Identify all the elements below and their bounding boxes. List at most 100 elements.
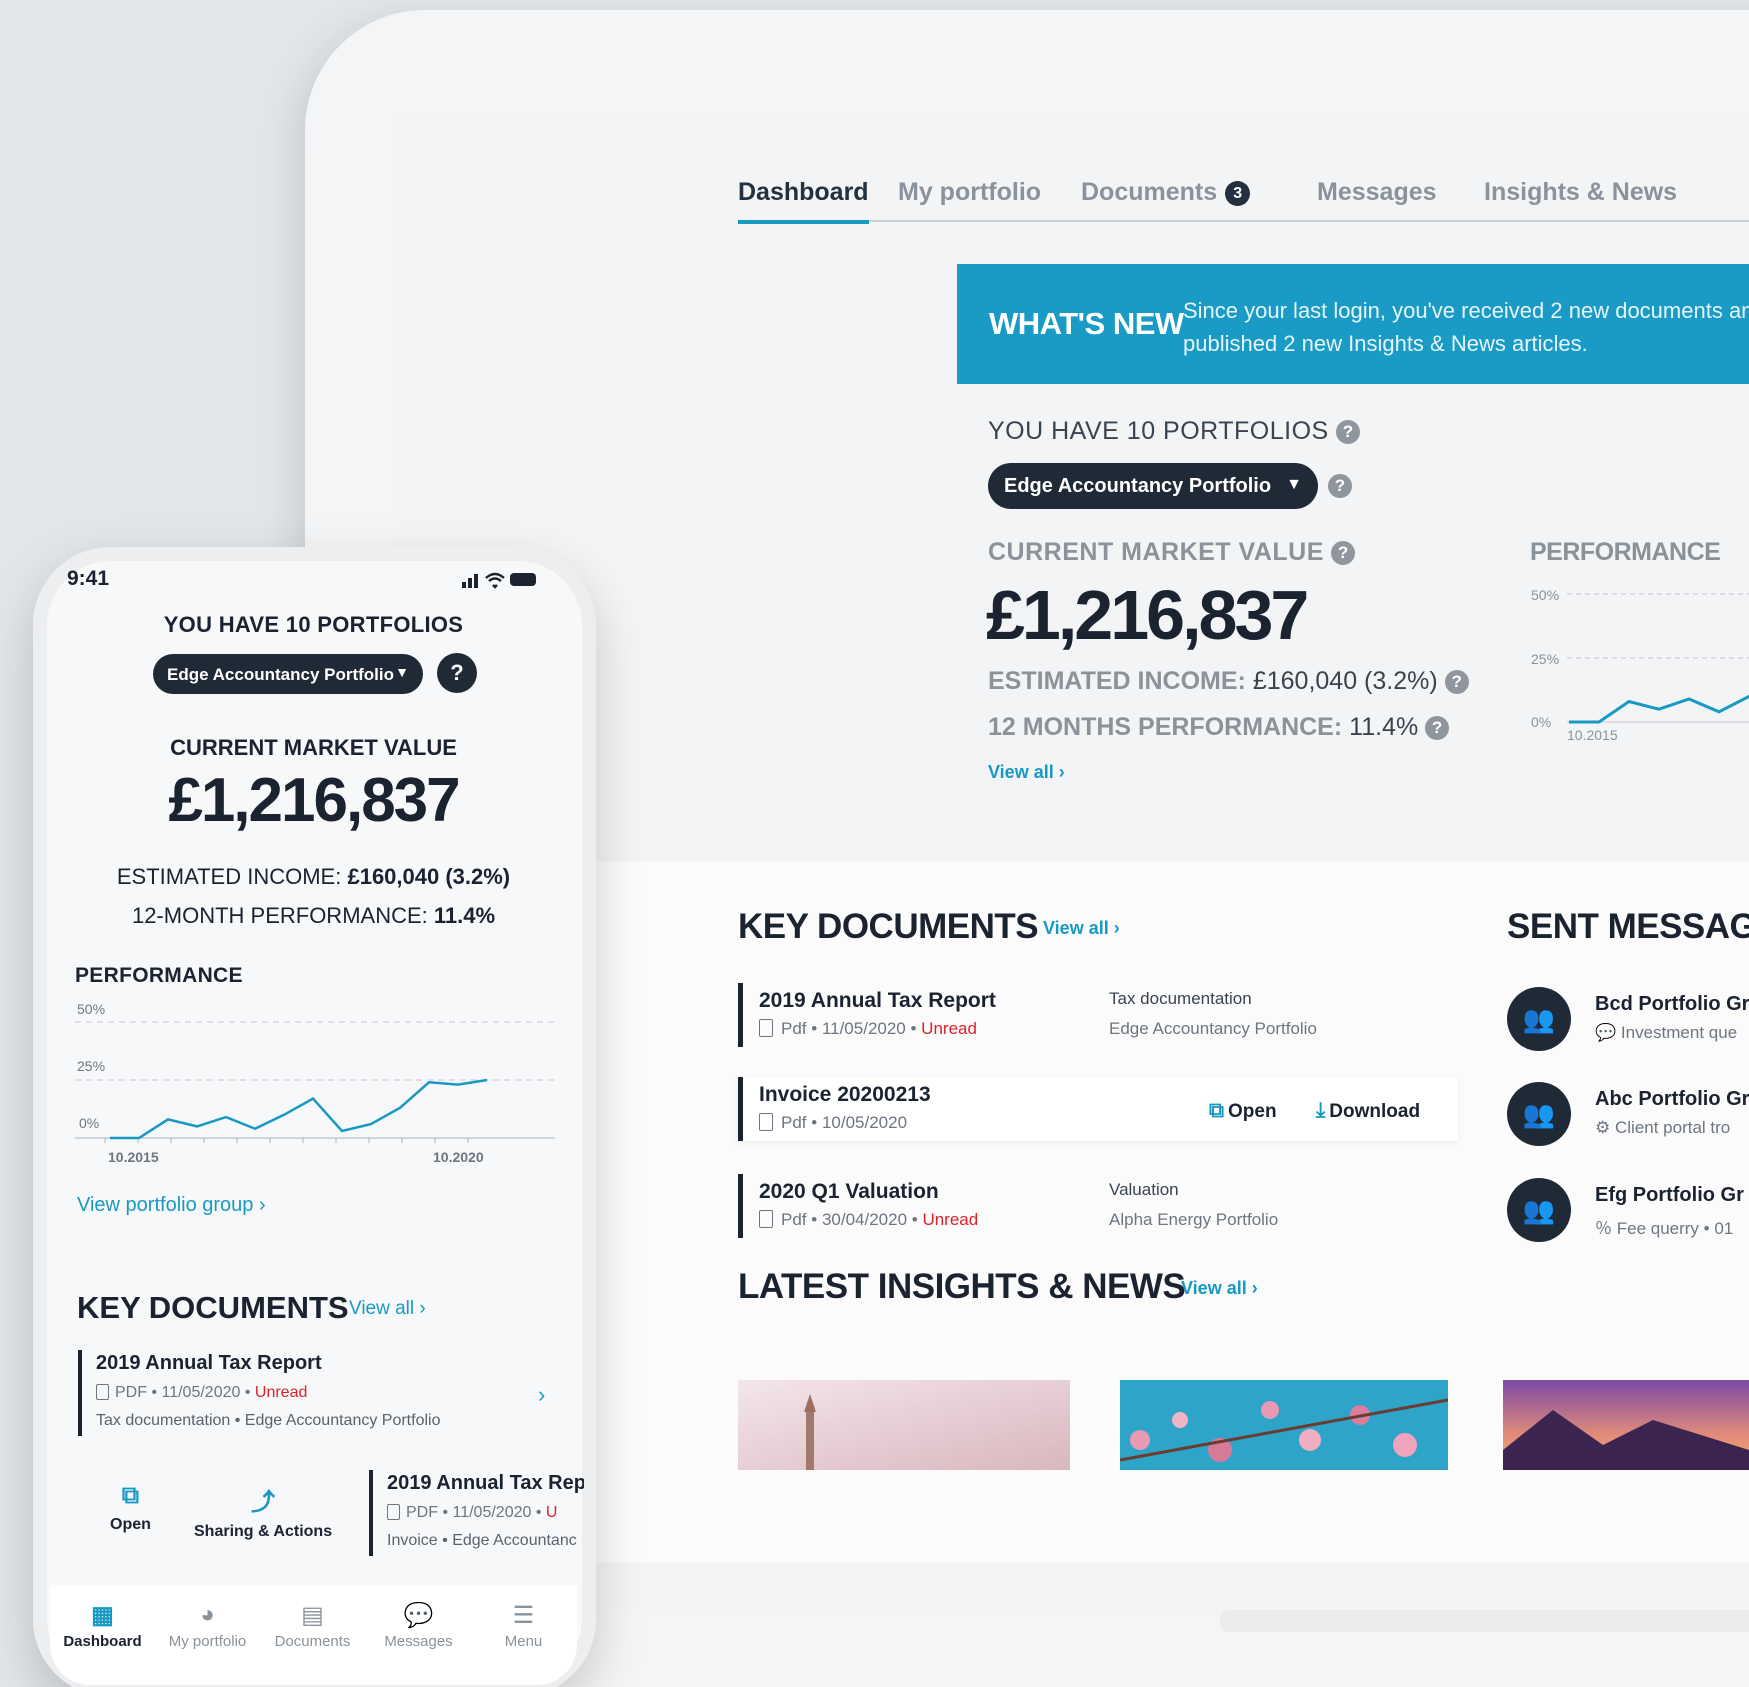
phone-document-row-swiped[interactable]: 2019 Annual Tax Rep PDF • 11/05/2020 • U… [369, 1470, 584, 1556]
help-icon[interactable]: ? [1444, 670, 1469, 694]
news-card-image[interactable] [1503, 1380, 1749, 1470]
phone-document-row[interactable]: 2019 Annual Tax Report PDF • 11/05/2020 … [78, 1350, 558, 1436]
portfolio-selector[interactable]: Edge Accountancy Portfolio ▼ [988, 463, 1318, 509]
document-meta: Pdf • 11/05/2020 • Unread [759, 1019, 977, 1039]
document-date: 11/05/2020 [452, 1504, 532, 1521]
y-tick-label: 0% [79, 1115, 99, 1131]
cmv-label-text: CURRENT MARKET VALUE [988, 538, 1324, 566]
news-card-image[interactable] [738, 1380, 1070, 1470]
pie-chart-icon: ◕ [200, 1601, 215, 1628]
message-item[interactable]: 👥 Bcd Portfolio Gr 💬 Investment que [1507, 987, 1749, 1057]
chevron-down-icon: ▼ [395, 664, 409, 680]
view-all-text: View all [988, 762, 1054, 782]
cmv-value: £1,216,837 [986, 576, 1309, 654]
view-portfolio-group-link[interactable]: View portfolio group › [77, 1194, 266, 1217]
x-tick-label: 10.2015 [1567, 727, 1618, 740]
document-date: 11/05/2020 [161, 1384, 241, 1401]
document-row[interactable]: 2019 Annual Tax Report Pdf • 11/05/2020 … [738, 983, 1458, 1047]
download-label: Download [1329, 1101, 1421, 1122]
chat-icon: 💬 [403, 1602, 434, 1629]
document-date: 10/05/2020 [821, 1113, 908, 1132]
bug-icon: ⚙ [1595, 1118, 1611, 1137]
status-time: 9:41 [67, 567, 110, 590]
file-icon [759, 1113, 773, 1131]
phone-portfolio-selector[interactable]: Edge Accountancy Portfolio ▼ [153, 654, 423, 694]
message-title: Bcd Portfolio Gr [1595, 993, 1749, 1015]
phone-portfolios-title: YOU HAVE 10 PORTFOLIOS [163, 612, 464, 637]
device-edge [1220, 1610, 1749, 1632]
news-image-tower [738, 1380, 1070, 1470]
message-subject: 💬 Investment que [1595, 1023, 1737, 1043]
tab-messages[interactable]: Messages [1317, 178, 1437, 207]
document-date: 30/04/2020 [821, 1210, 908, 1229]
news-image-blossom [1120, 1380, 1448, 1470]
unread-status: U [545, 1504, 558, 1521]
portfolios-count-text: YOU HAVE 10 PORTFOLIOS [988, 417, 1329, 445]
news-image-sunset [1503, 1380, 1749, 1470]
dashboard-icon: ▦ [91, 1602, 114, 1629]
unread-status: Unread [254, 1384, 308, 1401]
open-button[interactable]: ⧉ Open [1209, 1099, 1277, 1123]
help-icon[interactable]: ? [1328, 474, 1352, 498]
share-icon: ⤴ [251, 1489, 276, 1516]
help-icon[interactable]: ? [1336, 420, 1361, 444]
cmv-label: CURRENT MARKET VALUE ? [988, 538, 1356, 567]
key-documents-view-all[interactable]: View all › [1043, 918, 1120, 939]
message-item[interactable]: 👥 Efg Portfolio Gr ％ Fee querry • 01 [1507, 1178, 1749, 1248]
twelve-month-performance: 12 MONTHS PERFORMANCE: 11.4% ? [988, 713, 1450, 742]
phone-performance-title: PERFORMANCE [75, 964, 243, 987]
whats-new-title: WHAT'S NEW [989, 306, 1184, 341]
document-row-hovered[interactable]: Invoice 20200213 Pdf • 10/05/2020 ⧉ Open … [738, 1077, 1458, 1141]
message-title: Efg Portfolio Gr [1595, 1184, 1744, 1206]
download-button[interactable]: ⤓ Download [1316, 1099, 1420, 1123]
tab-insights-news[interactable]: Insights & News [1484, 178, 1677, 207]
news-card-image[interactable] [1120, 1380, 1448, 1470]
chevron-down-icon: ▼ [1286, 476, 1302, 493]
tab-documents[interactable]: Documents 3 [1081, 178, 1251, 207]
lower-section: KEY DOCUMENTS View all › 2019 Annual Tax… [395, 862, 1749, 1562]
document-meta: Pdf • 30/04/2020 • Unread [759, 1210, 978, 1230]
battery-icon [510, 573, 536, 586]
message-subject-text: Fee querry • 01 [1616, 1219, 1734, 1238]
help-icon[interactable]: ? [437, 653, 477, 693]
swipe-actions: ⧉ Open ⤴ Sharing & Actions [50, 1470, 370, 1580]
phone-tab-menu[interactable]: ☰ Menu [471, 1601, 576, 1650]
message-item[interactable]: 👥 Abc Portfolio Gr ⚙ Client portal tro [1507, 1082, 1749, 1152]
document-meta: Pdf • 10/05/2020 [759, 1113, 907, 1133]
percent-icon: ％ [1595, 1219, 1612, 1238]
document-meta: PDF • 11/05/2020 • U [387, 1504, 557, 1522]
phone-tab-dashboard[interactable]: ▦ Dashboard [50, 1601, 155, 1650]
phone-tab-messages[interactable]: 💬 Messages [366, 1601, 471, 1650]
unread-status: Unread [922, 1210, 979, 1229]
file-icon [387, 1504, 400, 1520]
document-category: Tax documentation [1109, 989, 1252, 1008]
tab-dashboard[interactable]: Dashboard [738, 178, 869, 224]
phone-tab-label: Menu [504, 1633, 543, 1650]
file-icon [759, 1210, 773, 1228]
y-tick-label: 25% [77, 1058, 105, 1074]
help-icon[interactable]: ? [1331, 541, 1356, 565]
document-portfolio: Edge Accountancy Portfolio [1109, 1019, 1317, 1038]
phone-open-button[interactable]: ⧉ Open [110, 1482, 151, 1534]
phone-tab-my-portfolio[interactable]: ◕ My portfolio [155, 1601, 260, 1650]
group-avatar-icon: 👥 [1507, 1082, 1571, 1146]
document-date: 11/05/2020 [821, 1019, 906, 1038]
document-category: Valuation [1109, 1180, 1179, 1199]
sharing-actions-button[interactable]: ⤴ Sharing & Actions [194, 1482, 332, 1541]
performance-chart: 50% 25% 0% 10.2015 [1531, 587, 1749, 740]
tab-my-portfolio[interactable]: My portfolio [898, 178, 1041, 207]
wifi-icon [485, 572, 505, 589]
whats-new-text: Since your last login, you've received 2… [1183, 294, 1749, 360]
insights-view-all[interactable]: View all › [1181, 1278, 1258, 1299]
document-row[interactable]: 2020 Q1 Valuation Pdf • 30/04/2020 • Unr… [738, 1174, 1458, 1238]
chevron-right-icon[interactable]: › [538, 1382, 545, 1408]
performance-title: PERFORMANCE [1530, 538, 1721, 566]
phone-perf-label: 12-MONTH PERFORMANCE: [131, 903, 428, 928]
help-icon[interactable]: ? [1425, 716, 1450, 740]
view-all-link[interactable]: View all › [988, 762, 1065, 783]
phone-income-value: £160,040 (3.2%) [347, 864, 511, 889]
phone-perf-value: 11.4% [433, 903, 496, 928]
phone-tab-documents[interactable]: ▤ Documents [260, 1601, 365, 1650]
tab-documents-label: Documents [1081, 178, 1218, 206]
phone-key-documents-view-all[interactable]: View all › [349, 1298, 426, 1320]
